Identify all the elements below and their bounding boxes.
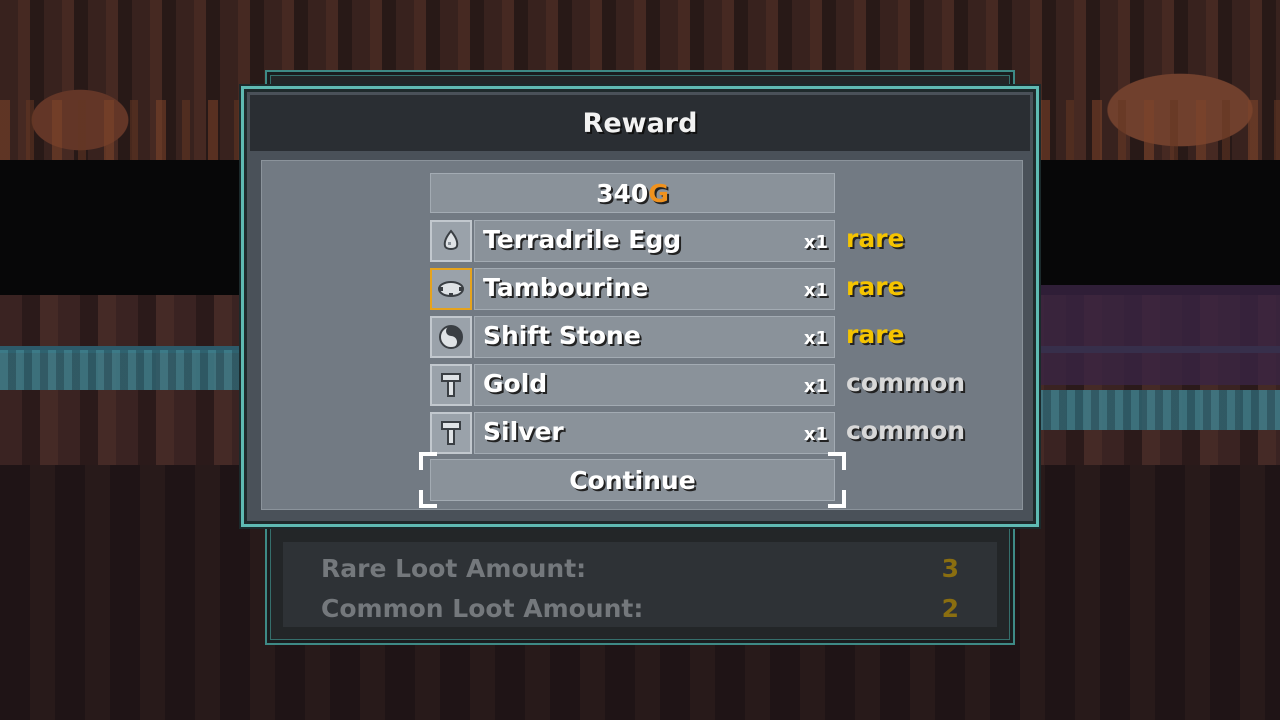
rare-loot-row: Rare Loot Amount: 3 xyxy=(321,550,959,586)
selection-corner-icon xyxy=(419,490,437,508)
item-rarity: common xyxy=(846,416,966,445)
reward-item-row[interactable]: Terradrile Egg x1 rare xyxy=(430,220,904,262)
reward-item-row[interactable]: Gold x1 common xyxy=(430,364,965,406)
item-name: Terradrile Egg xyxy=(483,225,682,254)
item-name: Silver xyxy=(483,417,564,446)
reward-item-bar: Tambourine x1 xyxy=(474,268,835,310)
reward-list-panel: 340 G Terradrile Egg x1 rare Tambourine … xyxy=(261,160,1023,510)
tambourine-icon xyxy=(430,268,472,310)
gold-symbol: G xyxy=(648,178,669,208)
reward-item-row[interactable]: Shift Stone x1 rare xyxy=(430,316,904,358)
item-rarity: rare xyxy=(846,272,905,301)
item-quantity: x1 xyxy=(803,328,828,349)
purple-glow-background xyxy=(1040,285,1280,385)
reward-item-row[interactable]: Tambourine x1 rare xyxy=(430,268,904,310)
item-rarity: common xyxy=(846,368,966,397)
reward-item-bar: Gold x1 xyxy=(474,364,835,406)
loot-summary-box: Rare Loot Amount: 3 Common Loot Amount: … xyxy=(283,542,997,627)
item-quantity: x1 xyxy=(803,280,828,301)
common-loot-label: Common Loot Amount: xyxy=(321,593,644,623)
continue-button[interactable]: Continue xyxy=(419,452,846,508)
reward-item-bar: Silver x1 xyxy=(474,412,835,454)
reward-item-bar: Shift Stone x1 xyxy=(474,316,835,358)
ingot-icon xyxy=(430,412,472,454)
reward-title-bar: Reward xyxy=(250,95,1030,151)
selection-corner-icon xyxy=(828,490,846,508)
egg-icon xyxy=(430,220,472,262)
reward-item-bar: Terradrile Egg x1 xyxy=(474,220,835,262)
ingot-icon xyxy=(430,364,472,406)
item-name: Tambourine xyxy=(483,273,649,302)
item-rarity: rare xyxy=(846,320,905,349)
gold-amount: 340 xyxy=(596,178,649,208)
dialog-title: Reward xyxy=(582,107,698,139)
continue-button-label: Continue xyxy=(569,465,696,495)
item-name: Shift Stone xyxy=(483,321,641,350)
common-loot-row: Common Loot Amount: 2 xyxy=(321,590,959,626)
reward-item-row[interactable]: Silver x1 common xyxy=(430,412,965,454)
item-quantity: x1 xyxy=(803,424,828,445)
item-rarity: rare xyxy=(846,224,905,253)
common-loot-value: 2 xyxy=(941,593,959,623)
selection-corner-icon xyxy=(828,452,846,470)
rare-loot-label: Rare Loot Amount: xyxy=(321,553,587,583)
item-quantity: x1 xyxy=(803,232,828,253)
item-name: Gold xyxy=(483,369,548,398)
item-quantity: x1 xyxy=(803,376,828,397)
gold-reward: 340 G xyxy=(430,173,835,213)
reward-dialog: Reward 340 G Terradrile Egg x1 rare Tamb… xyxy=(241,86,1039,527)
rare-loot-value: 3 xyxy=(941,553,959,583)
shift-stone-icon xyxy=(430,316,472,358)
selection-corner-icon xyxy=(419,452,437,470)
